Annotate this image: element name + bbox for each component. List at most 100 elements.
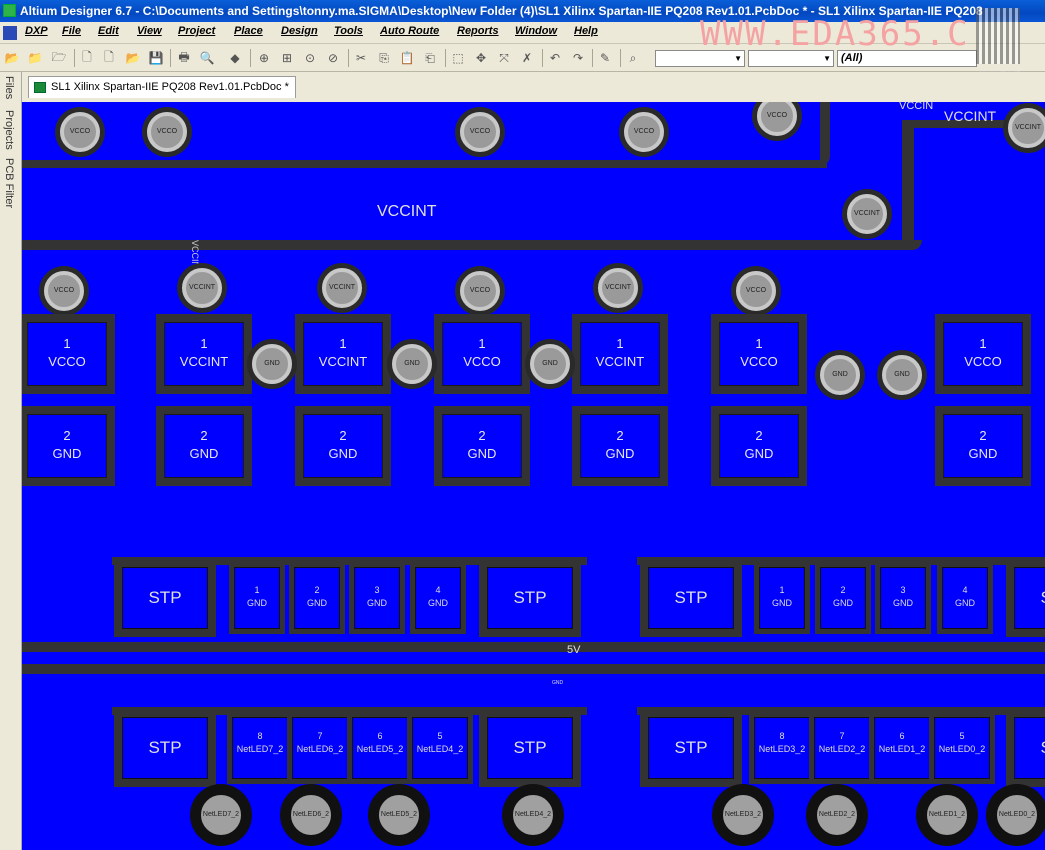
pad-pin1[interactable]: 1 VCCO (943, 322, 1023, 386)
menu-window[interactable]: Window (515, 25, 557, 37)
pad-pin1[interactable]: 1 VCCO (442, 322, 522, 386)
open-project-icon[interactable]: 📂 (4, 50, 20, 66)
stp-pad[interactable]: STP (648, 567, 734, 629)
stp-pad[interactable]: STP (487, 567, 573, 629)
menu-reports[interactable]: Reports (457, 25, 499, 37)
open-icon[interactable]: 📂 (125, 50, 141, 66)
via-vccint[interactable]: VCCINT (322, 268, 362, 308)
connector-pad[interactable]: 8 NetLED3_2 (754, 717, 810, 779)
connector-pad[interactable]: 4 GND (942, 567, 988, 629)
via-vcco[interactable]: VCCO (460, 271, 500, 311)
print-preview-icon[interactable]: 🔍 (199, 50, 215, 66)
document-tab[interactable]: SL1 Xilinx Spartan-IIE PQ208 Rev1.01.Pcb… (28, 76, 296, 98)
cross-probe-icon[interactable]: ✎ (597, 50, 613, 66)
via-gnd[interactable]: GND (820, 355, 860, 395)
menu-help[interactable]: Help (574, 25, 598, 37)
open-folder-icon[interactable]: 📁 (27, 50, 43, 66)
via-vcco[interactable]: VCCO (736, 271, 776, 311)
connector-pad[interactable]: 2 GND (294, 567, 340, 629)
class-combo[interactable]: ▼ (748, 50, 834, 67)
select-area-icon[interactable]: ⬚ (450, 50, 466, 66)
menu-view[interactable]: View (137, 25, 162, 37)
menu-tools[interactable]: Tools (334, 25, 363, 37)
new-file-icon[interactable]: 🗋 (101, 50, 117, 66)
pad-pin2[interactable]: 2 GND (164, 414, 244, 478)
browse-components-icon[interactable]: ⌕ (625, 50, 641, 66)
print-icon[interactable]: 🖶 (176, 50, 192, 66)
menu-edit[interactable]: Edit (98, 25, 119, 37)
tab-projects[interactable]: Projects (3, 110, 15, 150)
connector-pad[interactable]: 3 GND (880, 567, 926, 629)
connector-pad[interactable]: 8 NetLED7_2 (232, 717, 288, 779)
via-vccint[interactable]: VCCINT (598, 268, 638, 308)
pad-pin1[interactable]: 1 VCCINT (303, 322, 383, 386)
via-gnd[interactable]: GND (530, 344, 570, 384)
via-gnd[interactable]: GND (392, 344, 432, 384)
connector-pad[interactable]: 5 NetLED0_2 (934, 717, 990, 779)
via-vcco[interactable]: VCCO (624, 112, 664, 152)
stp-pad[interactable]: STP (487, 717, 573, 779)
tab-files[interactable]: Files (3, 76, 15, 99)
pad-pin2[interactable]: 2 GND (27, 414, 107, 478)
pad-pin2[interactable]: 2 GND (580, 414, 660, 478)
cut-icon[interactable]: ✂ (353, 50, 369, 66)
new-doc-icon[interactable]: 🗋 (79, 50, 95, 66)
save-icon[interactable]: 💾 (148, 50, 164, 66)
connector-pad[interactable]: 5 NetLED4_2 (412, 717, 468, 779)
layer-combo[interactable]: ▼ (655, 50, 745, 67)
layers-icon[interactable]: ◆ (227, 50, 243, 66)
pad-pin2[interactable]: 2 GND (719, 414, 799, 478)
via-vccint[interactable]: VCCINT (1008, 108, 1045, 148)
connector-pad[interactable]: 2 GND (820, 567, 866, 629)
menu-project[interactable]: Project (178, 25, 215, 37)
connector-pad[interactable]: 1 GND (234, 567, 280, 629)
connector-pad[interactable]: 7 NetLED2_2 (814, 717, 870, 779)
menu-dxp[interactable]: DXP (25, 25, 48, 37)
via-gnd[interactable]: GND (882, 355, 922, 395)
pad-pin2[interactable]: 2 GND (442, 414, 522, 478)
dxp-icon[interactable] (3, 26, 17, 40)
connector-pad[interactable]: 7 NetLED6_2 (292, 717, 348, 779)
pad-pin1[interactable]: 1 VCCINT (580, 322, 660, 386)
undo-icon[interactable]: ↶ (547, 50, 563, 66)
pad-pin1[interactable]: 1 VCCO (27, 322, 107, 386)
connector-pad[interactable]: 4 GND (415, 567, 461, 629)
menu-auto-route[interactable]: Auto Route (380, 25, 439, 37)
zoom-filter-icon[interactable]: ⊘ (325, 50, 341, 66)
copy-icon[interactable]: ⎘ (376, 50, 392, 66)
via-netled[interactable]: NetLED0_2 (992, 790, 1042, 840)
menu-file[interactable]: File (62, 25, 81, 37)
redo-icon[interactable]: ↷ (570, 50, 586, 66)
stp-pad[interactable]: STP (1014, 717, 1045, 779)
via-vccint[interactable]: VCCINT (847, 194, 887, 234)
via-netled[interactable]: NetLED3_2 (718, 790, 768, 840)
stp-pad[interactable]: STP (1014, 567, 1045, 629)
stp-pad[interactable]: STP (648, 717, 734, 779)
move-icon[interactable]: ✥ (473, 50, 489, 66)
open-doc-icon[interactable]: 🗁 (51, 50, 67, 66)
via-netled[interactable]: NetLED7_2 (196, 790, 246, 840)
via-netled[interactable]: NetLED2_2 (812, 790, 862, 840)
stp-pad[interactable]: STP (122, 717, 208, 779)
tab-pcb-filter[interactable]: PCB Filter (3, 158, 15, 208)
via-vcco[interactable]: VCCO (60, 112, 100, 152)
pcb-canvas[interactable]: VCCO VCCO VCCO VCCO VCCO VCCINT VCCINT V… (22, 102, 1045, 850)
clear-filter-icon[interactable]: ✗ (519, 50, 535, 66)
via-netled[interactable]: NetLED6_2 (286, 790, 336, 840)
zoom-fit-icon[interactable]: ⊕ (256, 50, 272, 66)
pad-pin2[interactable]: 2 GND (303, 414, 383, 478)
filter-combo[interactable]: (All) (837, 50, 977, 67)
via-netled[interactable]: NetLED5_2 (374, 790, 424, 840)
connector-pad[interactable]: 6 NetLED5_2 (352, 717, 408, 779)
pad-pin1[interactable]: 1 VCCINT (164, 322, 244, 386)
via-netled[interactable]: NetLED4_2 (508, 790, 558, 840)
deselect-icon[interactable]: ⤧ (496, 50, 512, 66)
pad-pin2[interactable]: 2 GND (943, 414, 1023, 478)
connector-pad[interactable]: 6 NetLED1_2 (874, 717, 930, 779)
zoom-area-icon[interactable]: ⊞ (279, 50, 295, 66)
via-vcco[interactable]: VCCO (147, 112, 187, 152)
pad-pin1[interactable]: 1 VCCO (719, 322, 799, 386)
menu-design[interactable]: Design (281, 25, 318, 37)
zoom-selected-icon[interactable]: ⊙ (302, 50, 318, 66)
via-vccint[interactable]: VCCINT (182, 268, 222, 308)
